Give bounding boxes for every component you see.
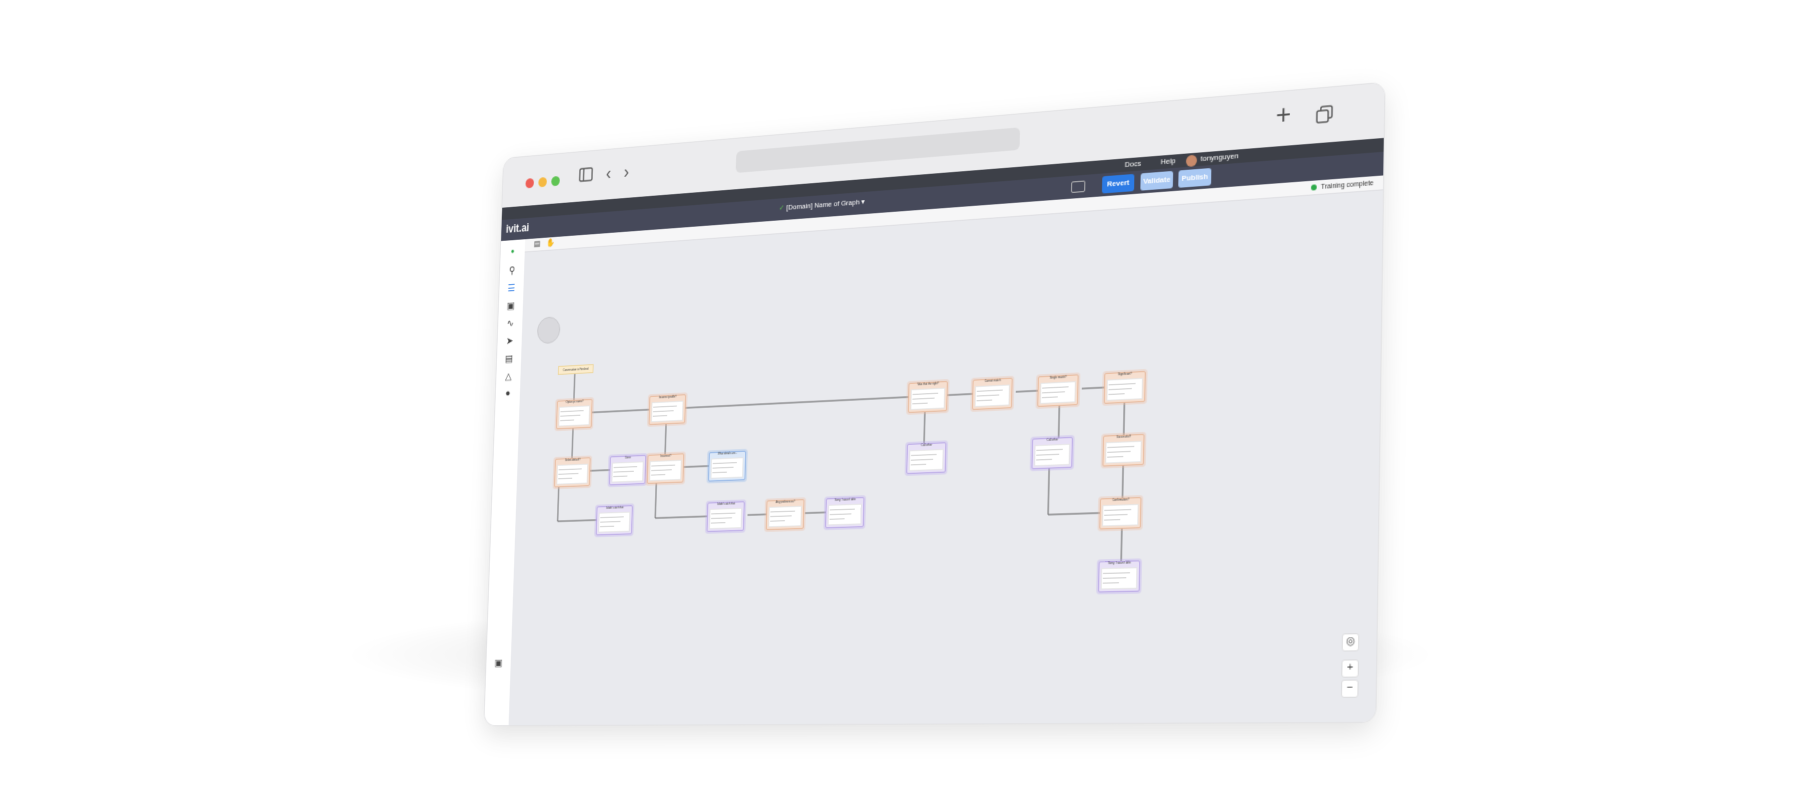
tabs-overview-icon[interactable] <box>1316 105 1333 128</box>
graph-node[interactable]: Significant? <box>1103 370 1146 404</box>
panel-toggle-icon[interactable]: ▣ <box>492 657 505 669</box>
graph-node[interactable]: Call other <box>906 442 947 475</box>
activity-icon[interactable]: ∿ <box>504 317 516 329</box>
graph-node[interactable]: I didn't catch that <box>706 501 745 532</box>
graph-canvas[interactable]: ▤ ✋ Training complete Conversation is Fi… <box>508 175 1385 726</box>
zoom-out-button[interactable]: − <box>1341 679 1359 698</box>
database-icon[interactable]: ▣ <box>505 300 517 312</box>
graph-node[interactable]: I didn't catch that <box>595 505 633 536</box>
graph-node[interactable]: Cannot match <box>972 377 1013 410</box>
address-bar[interactable] <box>735 127 1021 173</box>
search-icon[interactable]: ⚲ <box>506 264 518 276</box>
username[interactable]: tonynguyen <box>1201 151 1239 163</box>
avatar[interactable] <box>1185 154 1198 168</box>
publish-button[interactable]: Publish <box>1178 167 1212 188</box>
help-link[interactable]: Help <box>1161 156 1176 166</box>
graph-node[interactable]: Option pc name? <box>556 398 593 430</box>
graph-node[interactable]: Was that the right? <box>907 380 948 413</box>
graph-node[interactable]: Sorry, I wasn't able <box>825 497 865 529</box>
forward-icon[interactable]: › <box>623 162 629 182</box>
graph-name[interactable]: ✓ [Domain] Name of Graph ▾ <box>779 197 865 212</box>
minimize-window-button[interactable] <box>538 176 547 188</box>
runner-icon[interactable]: ➤ <box>503 335 515 347</box>
new-tab-icon[interactable]: + <box>1276 99 1292 130</box>
graph-node[interactable]: Successful? <box>1102 433 1145 467</box>
fit-view-icon[interactable]: ◎ <box>1341 633 1360 652</box>
flask-icon[interactable]: △ <box>502 370 514 382</box>
browser-mockup: ‹ › + Docs Help tonynguyen ivit.ai ✓ [Do… <box>484 82 1385 726</box>
graph-name-label: [Domain] Name of Graph <box>786 197 860 212</box>
graph-node[interactable]: Incorrect? <box>646 453 685 484</box>
maximize-window-button[interactable] <box>551 175 560 187</box>
graph-node[interactable]: Confirmation? <box>1099 497 1142 530</box>
chevron-down-icon: ▾ <box>861 197 865 206</box>
graph-node[interactable]: Done <box>609 454 647 486</box>
revert-button[interactable]: Revert <box>1101 173 1135 194</box>
validate-button[interactable]: Validate <box>1140 170 1174 191</box>
app-logo[interactable]: ivit.ai <box>506 221 530 235</box>
status-dot-icon: ● <box>510 247 515 256</box>
graph-edges <box>509 175 1385 725</box>
folder-icon[interactable]: ▤ <box>503 353 515 365</box>
docs-link[interactable]: Docs <box>1125 159 1142 169</box>
zoom-in-button[interactable]: + <box>1341 659 1359 678</box>
close-window-button[interactable] <box>525 178 535 189</box>
check-circle-icon: ✓ <box>778 203 785 213</box>
back-icon[interactable]: ‹ <box>606 164 612 184</box>
layers-icon[interactable]: ☰ <box>505 282 517 294</box>
graph-node[interactable]: Sorry, I wasn't able <box>1098 560 1141 593</box>
bulb-icon[interactable]: ● <box>502 388 514 399</box>
graph-node[interactable]: What details are... <box>708 450 747 482</box>
sidebar-toggle-icon[interactable] <box>579 167 593 186</box>
keyboard-icon[interactable] <box>1071 180 1086 193</box>
graph-node[interactable]: Incorrect profile? <box>648 394 686 426</box>
graph-node[interactable]: Single match? <box>1037 374 1079 407</box>
graph-node[interactable]: Call other <box>1031 436 1073 470</box>
graph-node[interactable]: Any preferences? <box>765 499 805 531</box>
browser-window: ‹ › + Docs Help tonynguyen ivit.ai ✓ [Do… <box>484 82 1385 726</box>
graph-node[interactable]: Select.default? <box>554 457 591 488</box>
